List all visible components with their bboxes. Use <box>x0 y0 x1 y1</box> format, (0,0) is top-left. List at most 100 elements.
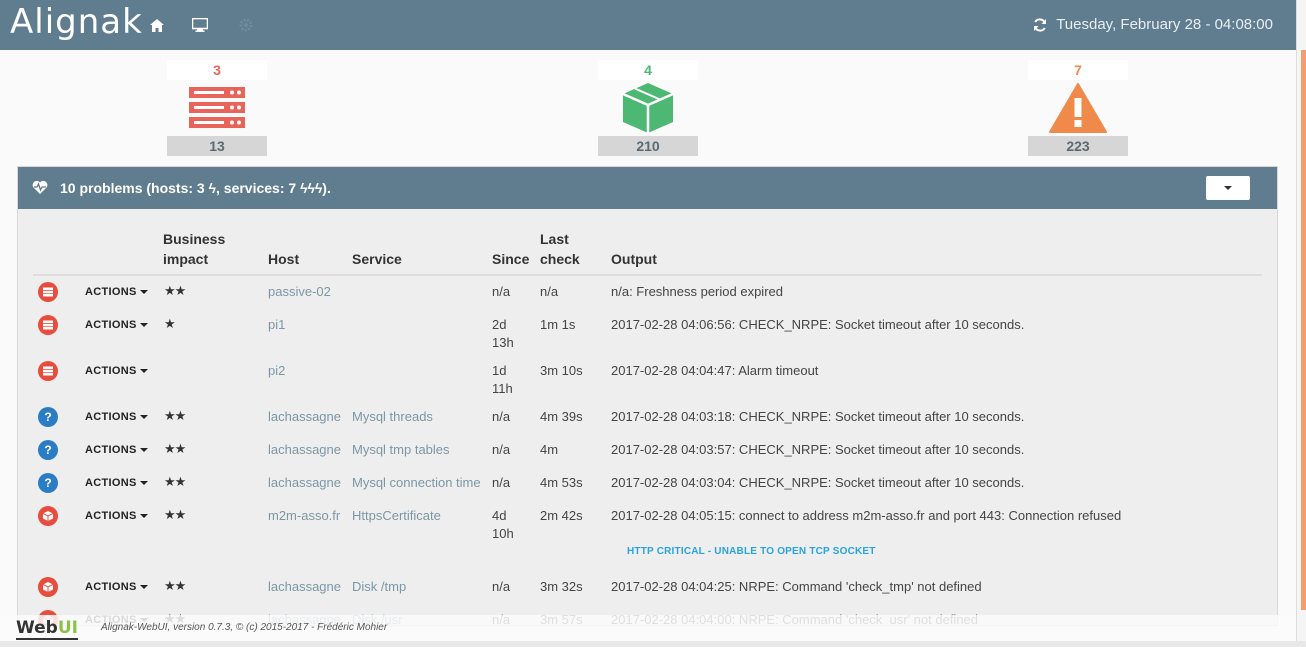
header-business-impact-line1: Business <box>163 231 226 247</box>
caret-down-icon <box>139 514 148 519</box>
host-link[interactable]: m2m-asso.fr <box>268 507 340 525</box>
webui-logo-web: Web <box>16 618 58 638</box>
service-link[interactable]: Disk /tmp <box>352 578 406 596</box>
unknown-status-icon[interactable]: ? <box>38 473 58 493</box>
actions-label: ACTIONS <box>85 319 137 331</box>
service-link[interactable]: HttpsCertificate <box>352 507 441 525</box>
business-impact-stars: ★★ <box>164 507 186 522</box>
bottom-bar <box>0 641 1306 647</box>
footer-version-text: Alignak-WebUI, version 0.7.3, © (c) 2015… <box>101 622 388 633</box>
since-value: 2d 13h <box>492 316 514 352</box>
caret-down-icon <box>139 369 148 374</box>
webui-logo: WebUI <box>16 618 78 640</box>
refresh-icon[interactable] <box>1030 15 1050 35</box>
problems-panel: 10 problems (hosts: 3 ϟ, services: 7 ϟϟϟ… <box>17 166 1278 626</box>
host-link[interactable]: pi1 <box>268 316 285 334</box>
actions-label: ACTIONS <box>85 365 137 377</box>
alerts-total-count: 223 <box>1028 136 1128 156</box>
header-business-impact-line2: impact <box>163 251 209 267</box>
header-divider <box>33 274 1262 276</box>
service-critical-icon[interactable] <box>38 506 58 526</box>
host-down-icon[interactable] <box>38 361 58 381</box>
output-text: 2017-02-28 04:05:15: connect to address … <box>611 508 1122 523</box>
unknown-status-icon[interactable]: ? <box>38 440 58 460</box>
actions-dropdown[interactable]: ACTIONS <box>85 581 148 593</box>
service-link[interactable]: Mysql tmp tables <box>352 441 450 459</box>
actions-dropdown[interactable]: ACTIONS <box>85 510 148 522</box>
output-text: 2017-02-28 04:03:57: CHECK_NRPE: Socket … <box>611 442 1025 457</box>
actions-label: ACTIONS <box>85 286 137 298</box>
caret-down-icon <box>139 415 148 420</box>
actions-label: ACTIONS <box>85 581 137 593</box>
last-check-value: 4m 39s <box>540 409 583 424</box>
actions-dropdown[interactable]: ACTIONS <box>85 286 148 298</box>
footer: WebUI Alignak-WebUI, version 0.7.3, © (c… <box>0 615 1296 641</box>
alerts-problems-count: 7 <box>1028 60 1128 80</box>
output-text: 2017-02-28 04:06:56: CHECK_NRPE: Socket … <box>611 317 1025 332</box>
since-value-line2: 10h <box>492 526 514 541</box>
caret-down-icon <box>139 448 148 453</box>
last-check-value: 3m 10s <box>540 363 583 378</box>
host-link[interactable]: pi2 <box>268 362 285 380</box>
actions-label: ACTIONS <box>85 510 137 522</box>
since-value: 1d 11h <box>492 362 513 398</box>
host-link[interactable]: lachassagne <box>268 578 341 596</box>
gear-icon[interactable] <box>236 15 256 35</box>
last-check-value: 4m 53s <box>540 475 583 490</box>
header-output[interactable]: Output <box>611 249 657 269</box>
business-impact-stars: ★★ <box>164 408 186 423</box>
actions-label: ACTIONS <box>85 477 137 489</box>
last-check-value: 1m 1s <box>540 317 576 332</box>
services-summary[interactable]: 4 210 <box>598 60 698 156</box>
host-down-icon[interactable] <box>38 282 58 302</box>
output-text: 2017-02-28 04:03:04: CHECK_NRPE: Socket … <box>611 475 1025 490</box>
since-value: 4d 10h <box>492 507 514 543</box>
actions-label: ACTIONS <box>85 444 137 456</box>
brand-logo[interactable]: Alignak <box>10 2 143 42</box>
caret-down-icon <box>139 290 148 295</box>
host-link[interactable]: passive-02 <box>268 283 331 301</box>
host-link[interactable]: lachassagne <box>268 408 341 426</box>
monitor-icon[interactable] <box>190 15 210 35</box>
header-business-impact[interactable]: Business impact <box>163 229 225 269</box>
header-since[interactable]: Since <box>492 249 529 269</box>
business-impact-stars: ★★ <box>164 283 186 298</box>
service-link[interactable]: Mysql connection time <box>352 474 481 492</box>
header-host[interactable]: Host <box>268 249 299 269</box>
since-value-line1: 1d <box>492 363 507 378</box>
header-service[interactable]: Service <box>352 249 402 269</box>
hosts-summary[interactable]: 3 13 <box>167 60 267 156</box>
host-link[interactable]: lachassagne <box>268 441 341 459</box>
header-last-check[interactable]: Last check <box>540 229 580 269</box>
business-impact-stars: ★★ <box>164 474 186 489</box>
business-impact-stars: ★★ <box>164 578 186 593</box>
long-output-text: HTTP CRITICAL - UNABLE TO OPEN TCP SOCKE… <box>627 546 876 557</box>
service-critical-icon[interactable] <box>38 577 58 597</box>
host-link[interactable]: lachassagne <box>268 474 341 492</box>
host-down-icon[interactable] <box>38 315 58 335</box>
since-value-line1: n/a <box>492 284 511 299</box>
warning-icon <box>1028 80 1128 136</box>
actions-label: ACTIONS <box>85 411 137 423</box>
unknown-status-icon[interactable]: ? <box>38 407 58 427</box>
home-icon[interactable] <box>147 15 167 35</box>
hosts-total-count: 13 <box>167 136 267 156</box>
since-value: n/a <box>492 408 510 426</box>
header-last-check-line1: Last <box>540 231 569 247</box>
caret-down-icon <box>139 481 148 486</box>
actions-dropdown[interactable]: ACTIONS <box>85 319 148 331</box>
header-last-check-line2: check <box>540 251 580 267</box>
actions-dropdown[interactable]: ACTIONS <box>85 477 148 489</box>
output-text: n/a: Freshness period expired <box>611 284 783 299</box>
alerts-summary[interactable]: 7 223 <box>1028 60 1128 156</box>
output-text: 2017-02-28 04:04:25: NRPE: Command 'chec… <box>611 579 982 594</box>
since-value-line2: 11h <box>492 381 513 396</box>
actions-dropdown[interactable]: ACTIONS <box>85 365 148 377</box>
actions-dropdown[interactable]: ACTIONS <box>85 444 148 456</box>
since-value-line1: n/a <box>492 579 511 594</box>
actions-dropdown[interactable]: ACTIONS <box>85 411 148 423</box>
since-value: n/a <box>492 578 510 596</box>
service-link[interactable]: Mysql threads <box>352 408 433 426</box>
last-check-value: 2m 42s <box>540 508 583 523</box>
panel-dropdown-button[interactable] <box>1206 176 1250 200</box>
